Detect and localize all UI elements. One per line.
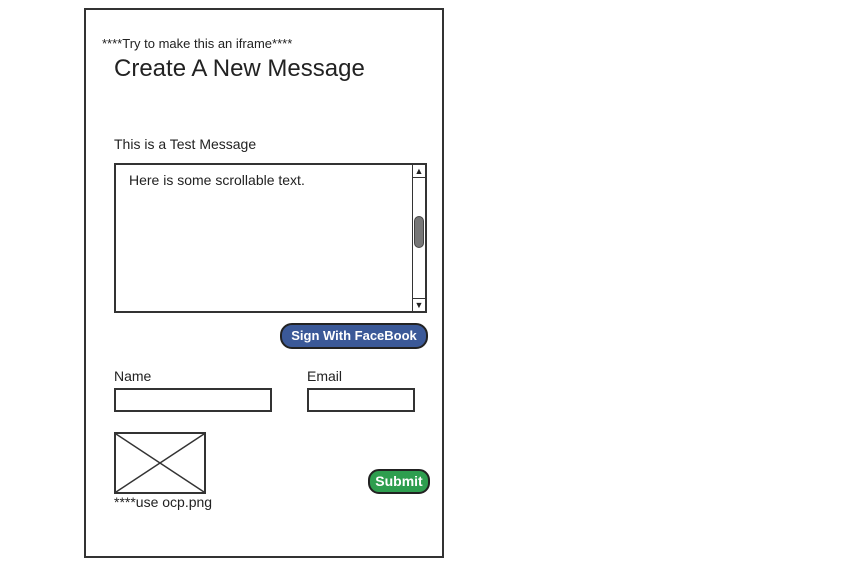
name-label: Name xyxy=(114,368,152,384)
email-label: Email xyxy=(307,368,343,384)
name-input[interactable] xyxy=(114,388,272,412)
email-input[interactable] xyxy=(307,388,415,412)
image-note: ****use ocp.png xyxy=(114,494,213,510)
iframe-note: ****Try to make this an iframe**** xyxy=(102,36,293,51)
image-placeholder-cross xyxy=(116,434,204,492)
scrollable-text: Here is some scrollable text. xyxy=(129,172,305,188)
image-placeholder-icon xyxy=(114,432,206,494)
vertical-scrollbar[interactable]: ▲ ▼ xyxy=(412,165,425,311)
scroll-thumb[interactable] xyxy=(414,216,424,248)
message-label: This is a Test Message xyxy=(114,136,257,152)
submit-button[interactable]: Submit xyxy=(368,469,430,494)
page-title: Create A New Message xyxy=(114,55,365,82)
scroll-down-arrow-icon[interactable]: ▼ xyxy=(413,298,425,311)
iframe-container: ****Try to make this an iframe**** Creat… xyxy=(84,8,444,558)
sign-with-facebook-button[interactable]: Sign With FaceBook xyxy=(280,323,428,349)
scrollable-message-box[interactable]: Here is some scrollable text. ▲ ▼ xyxy=(114,163,427,313)
scroll-up-arrow-icon[interactable]: ▲ xyxy=(413,165,425,178)
